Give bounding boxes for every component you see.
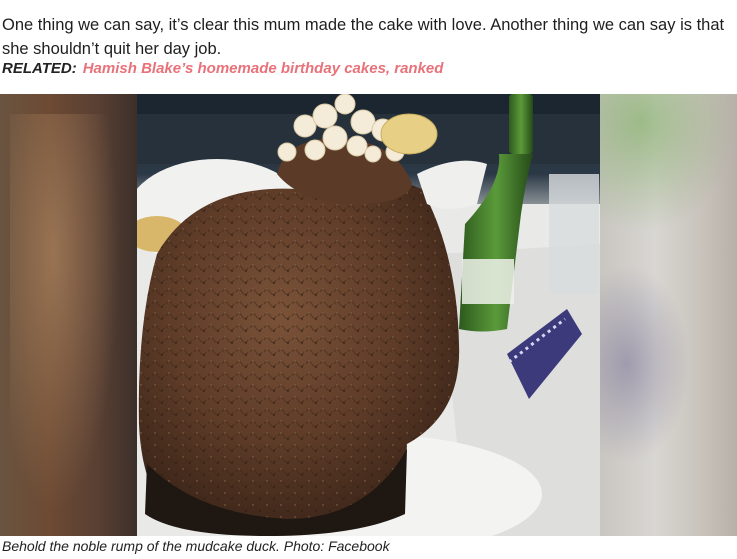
photo-blur-right <box>600 94 737 536</box>
article-paragraph: One thing we can say, it’s clear this mu… <box>2 15 725 58</box>
related-line: RELATED: Hamish Blake’s homemade birthday… <box>2 60 443 77</box>
photo-caption: Behold the noble rump of the mudcake duc… <box>2 538 390 554</box>
article-photo <box>0 94 737 536</box>
related-article-link[interactable]: Hamish Blake’s homemade birthday cakes, … <box>83 60 444 77</box>
mudcake-duck-illustration <box>137 94 600 536</box>
photo-blur-left <box>0 94 137 536</box>
photo-main <box>137 94 600 536</box>
related-label: RELATED: <box>2 60 77 77</box>
